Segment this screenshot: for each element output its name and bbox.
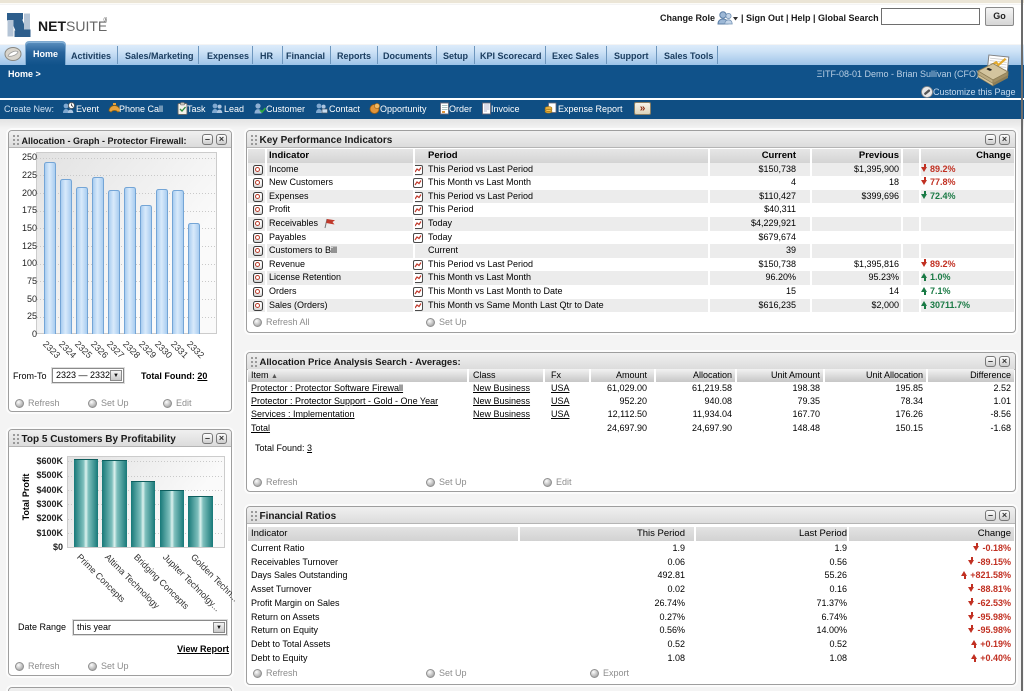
svg-text:SUITE: SUITE (66, 18, 107, 34)
svg-text:®: ® (104, 16, 108, 24)
svg-text:NET: NET (38, 18, 66, 34)
